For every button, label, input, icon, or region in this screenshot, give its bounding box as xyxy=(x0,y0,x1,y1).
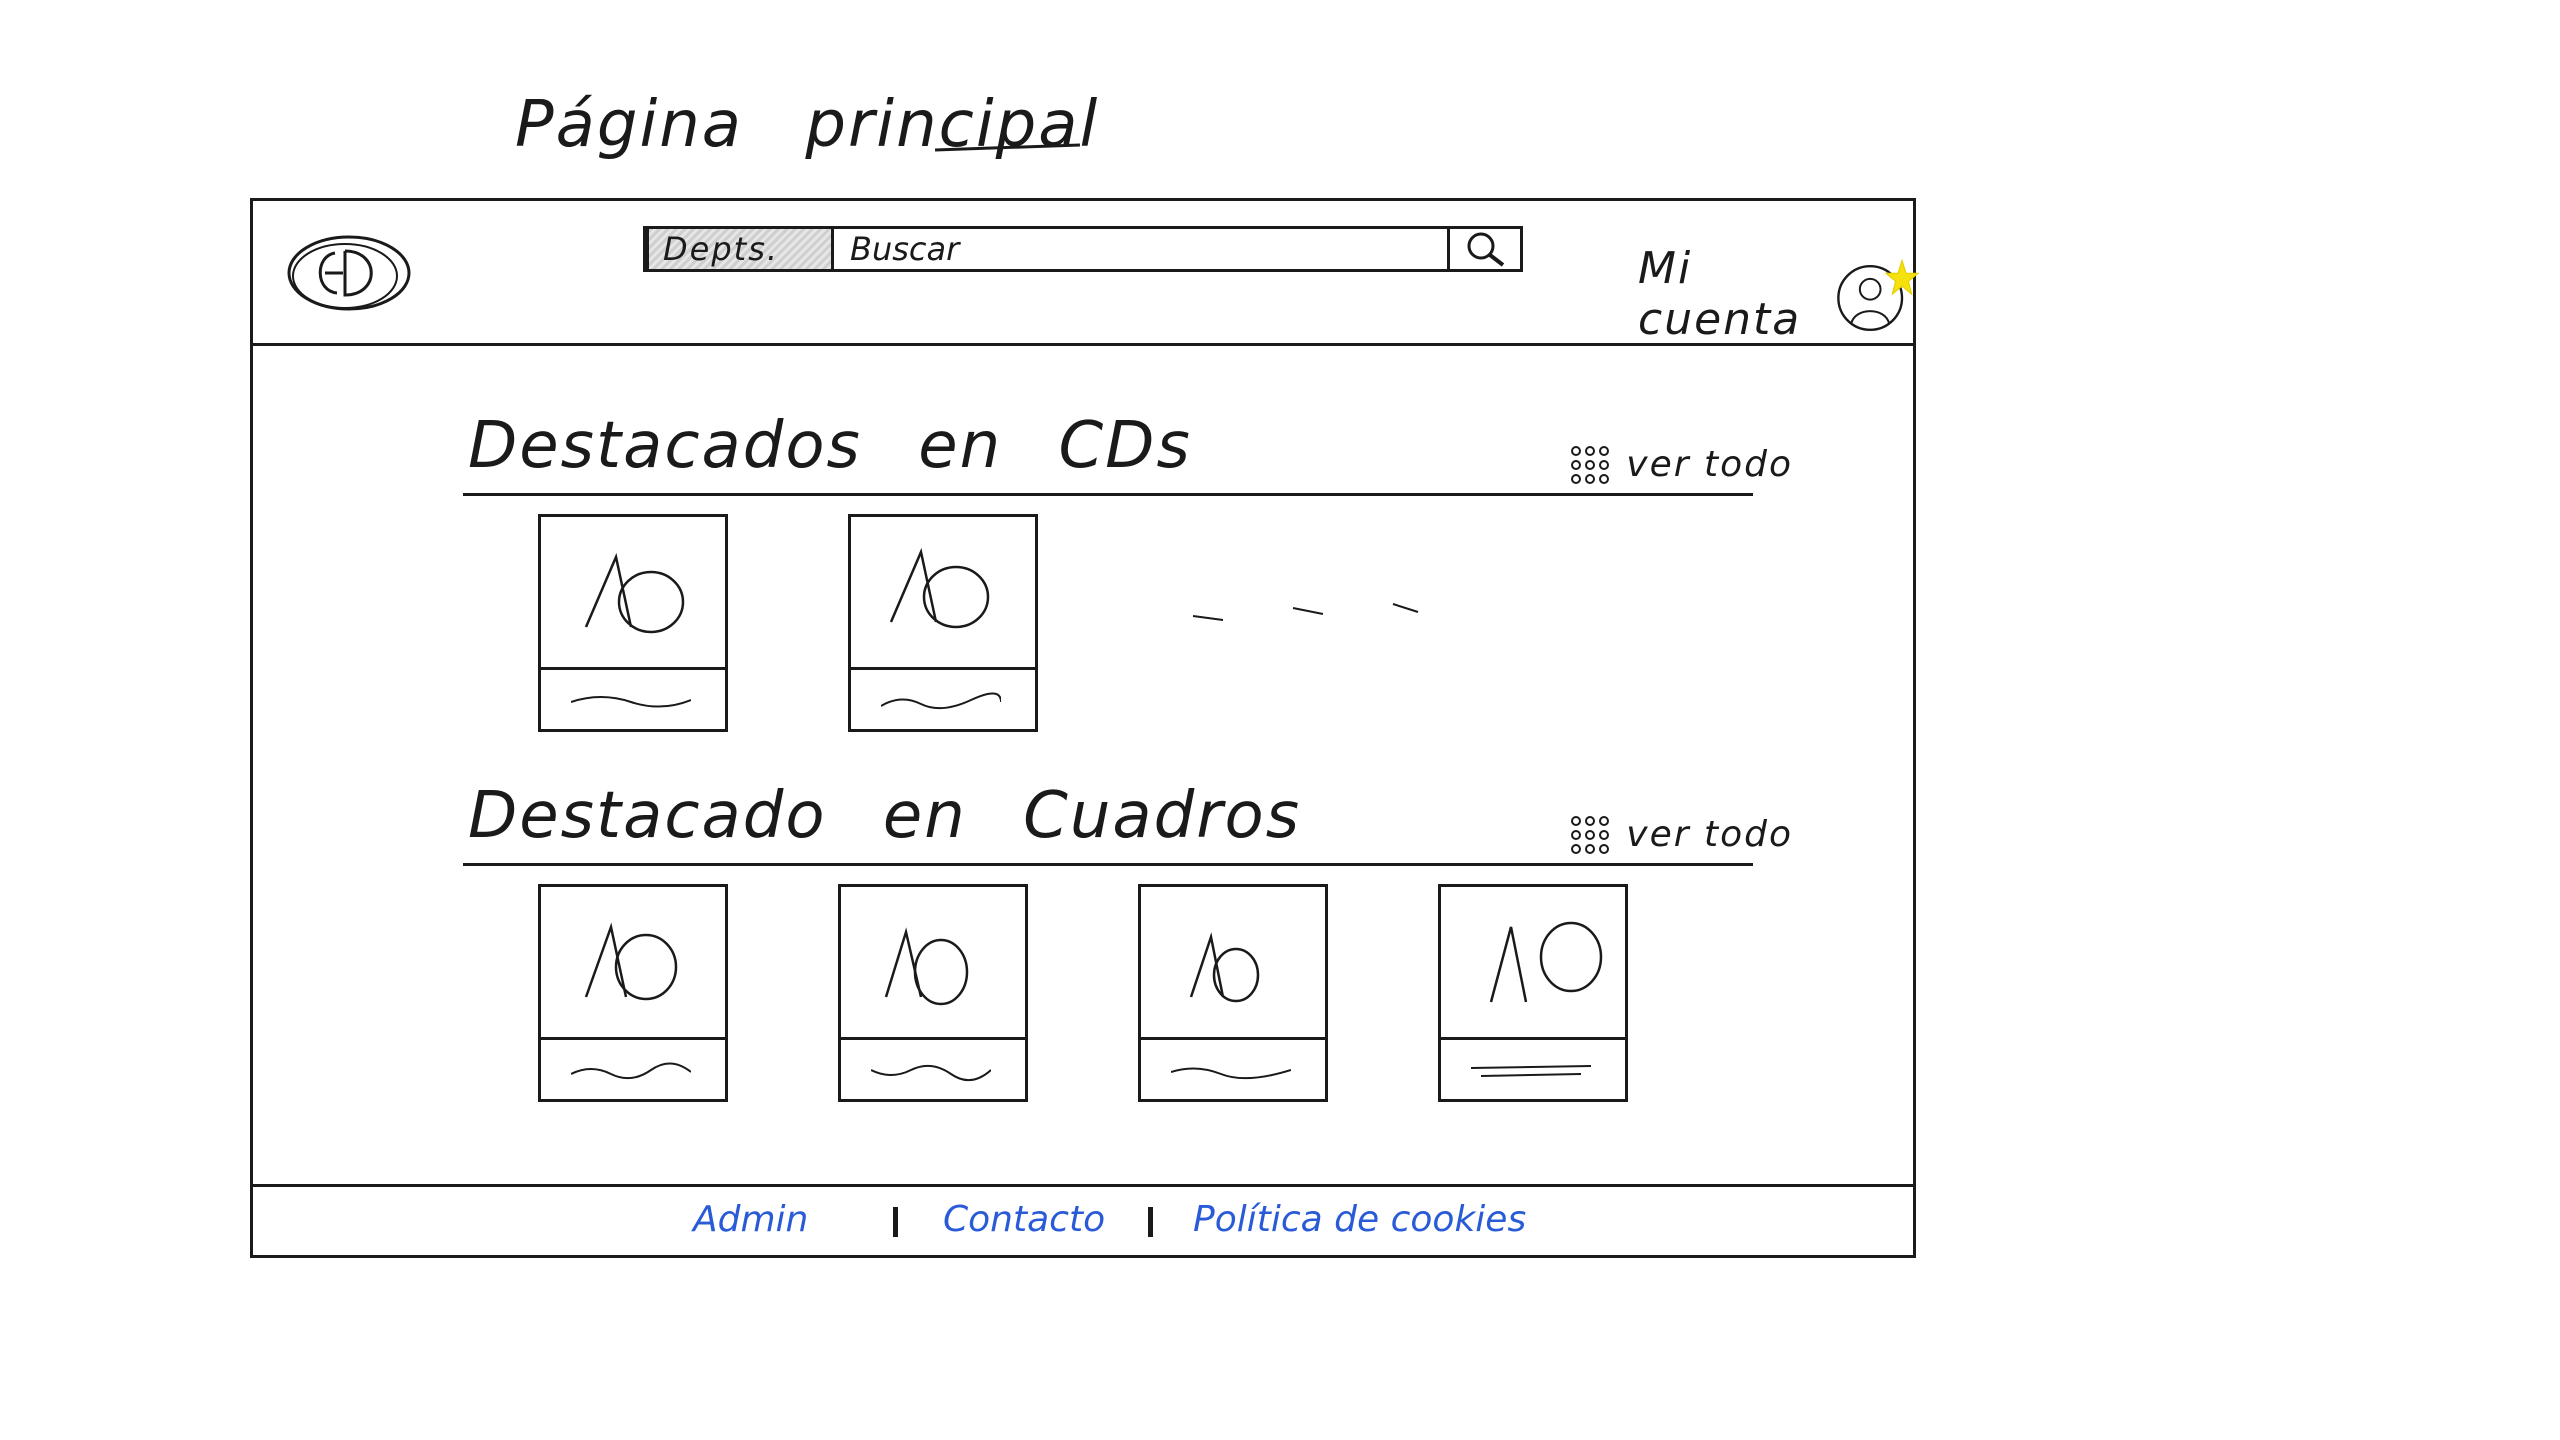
footer-link-admin[interactable]: Admin xyxy=(693,1199,808,1240)
search-input[interactable] xyxy=(834,229,1447,269)
product-image xyxy=(1441,887,1625,1040)
product-card[interactable] xyxy=(538,514,728,732)
page-title: Página principal xyxy=(515,88,1100,162)
product-list xyxy=(463,866,1753,1126)
product-caption xyxy=(1171,1067,1291,1080)
search-button[interactable] xyxy=(1447,229,1520,269)
more-items-indicator xyxy=(1192,603,1419,621)
view-all-label: ver todo xyxy=(1626,813,1793,855)
cd-logo-icon[interactable] xyxy=(285,231,413,315)
header: Depts. Mi cuenta xyxy=(253,201,1920,346)
section-header: Destacado en Cuadros ver todo xyxy=(463,753,1791,866)
product-image xyxy=(841,887,1025,1040)
product-image xyxy=(541,517,725,670)
product-card[interactable] xyxy=(1138,884,1328,1102)
product-list xyxy=(463,496,1753,756)
product-image xyxy=(1141,887,1325,1040)
product-caption xyxy=(871,1064,991,1081)
search-bar: Depts. xyxy=(643,226,1523,272)
footer-link-cookies[interactable]: Política de cookies xyxy=(1193,1199,1526,1240)
grid-icon xyxy=(1571,816,1610,854)
page-frame: Depts. Mi cuenta Destacados en CDs xyxy=(250,198,1920,1258)
product-caption xyxy=(571,696,691,708)
section-featured-paintings: Destacado en Cuadros ver todo xyxy=(463,753,1791,1126)
footer-divider xyxy=(893,1207,898,1237)
product-card[interactable] xyxy=(1438,884,1628,1102)
section-header: Destacados en CDs ver todo xyxy=(463,383,1791,496)
product-card[interactable] xyxy=(848,514,1038,732)
user-avatar-icon[interactable] xyxy=(1832,244,1920,344)
view-all-link[interactable]: ver todo xyxy=(1568,813,1793,855)
section-title: Destacado en Cuadros xyxy=(468,779,1302,853)
product-caption xyxy=(881,692,1001,710)
account-menu[interactable]: Mi cuenta xyxy=(1638,243,1920,345)
product-card[interactable] xyxy=(838,884,1028,1102)
view-all-label: ver todo xyxy=(1626,443,1793,485)
product-caption xyxy=(571,1062,691,1080)
star-icon xyxy=(1884,258,1920,296)
grid-icon xyxy=(1571,446,1610,484)
search-icon xyxy=(1467,232,1505,267)
product-image xyxy=(851,517,1035,670)
footer-link-contact[interactable]: Contacto xyxy=(943,1199,1105,1240)
product-image xyxy=(541,887,725,1040)
section-title: Destacados en CDs xyxy=(468,409,1192,483)
footer: Admin Contacto Política de cookies xyxy=(253,1184,1913,1255)
view-all-link[interactable]: ver todo xyxy=(1568,443,1793,485)
product-card[interactable] xyxy=(538,884,728,1102)
departments-dropdown[interactable]: Depts. xyxy=(649,229,834,269)
account-label: Mi cuenta xyxy=(1638,243,1802,345)
section-featured-cds: Destacados en CDs ver todo xyxy=(463,383,1791,756)
footer-divider xyxy=(1148,1207,1153,1237)
product-caption xyxy=(1471,1065,1591,1077)
